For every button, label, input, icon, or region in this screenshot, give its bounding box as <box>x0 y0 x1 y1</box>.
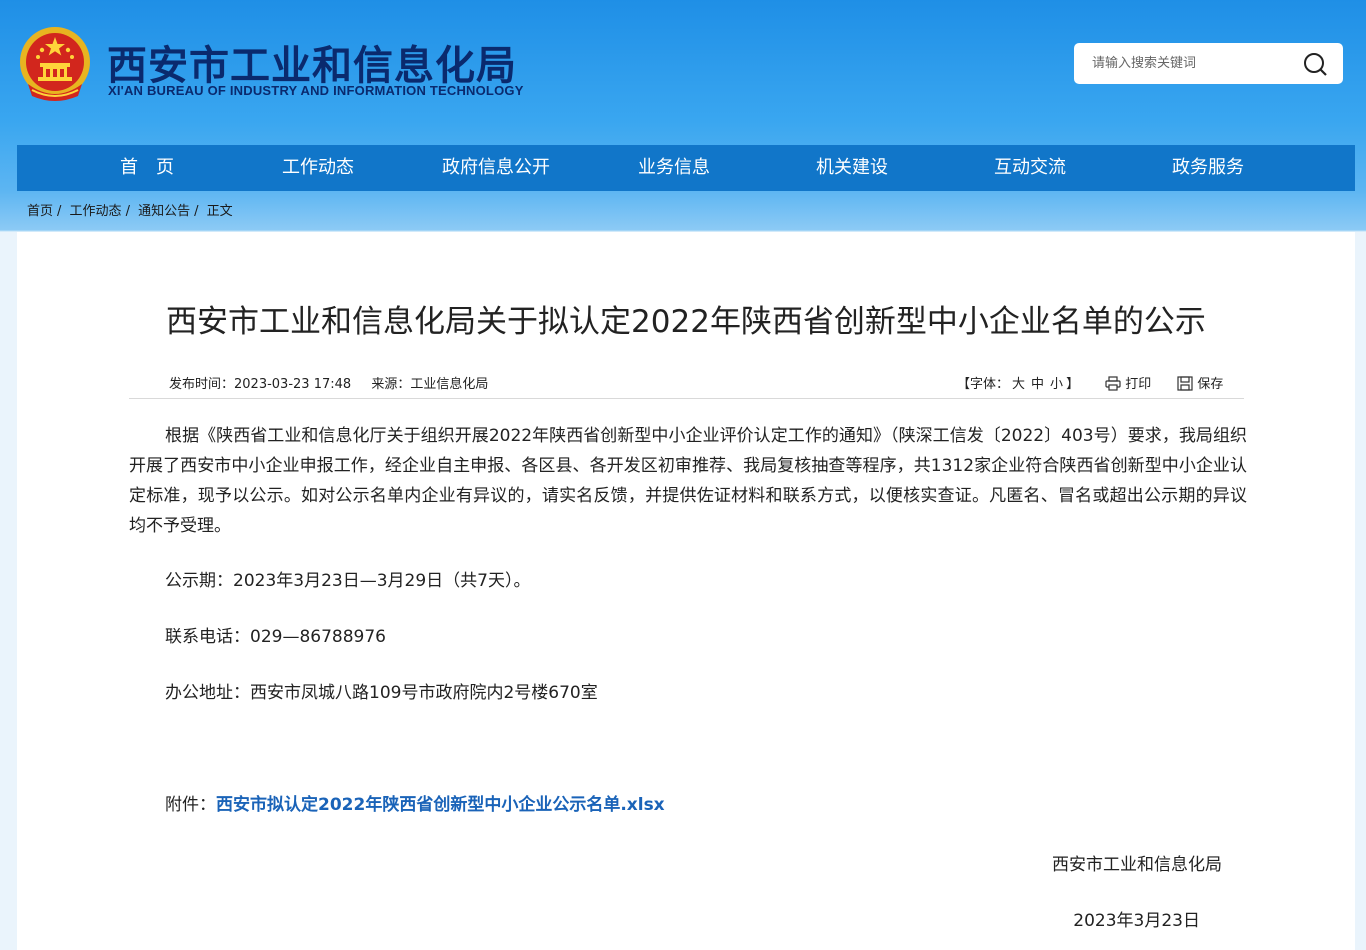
save-button[interactable]: 保存 <box>1177 376 1224 392</box>
nav-item-party[interactable]: 机关建设 <box>772 145 932 191</box>
nav-item-interaction[interactable]: 互动交流 <box>950 145 1110 191</box>
article-paragraph-4: 办公地址：西安市凤城八路109号市政府院内2号楼670室 <box>129 678 1247 708</box>
font-size-label-open: 【字体： <box>957 377 1010 392</box>
site-header: 西安市工业和信息化局 XI'AN BUREAU OF INDUSTRY AND … <box>0 0 1366 145</box>
article-paragraph-3: 联系电话：029—86788976 <box>129 622 1247 652</box>
font-size-large[interactable]: 大 <box>1012 377 1025 392</box>
article-container: 西安市工业和信息化局关于拟认定2022年陕西省创新型中小企业名单的公示 发布时间… <box>17 232 1355 950</box>
source-label: 来源： <box>371 377 411 392</box>
search-box <box>1074 43 1343 84</box>
national-emblem-icon[interactable] <box>18 24 92 104</box>
breadcrumb-separator: / <box>57 204 62 219</box>
breadcrumb-work-news[interactable]: 工作动态 <box>70 204 122 219</box>
article-tools: 【字体：大中小】 打印 保存 <box>957 373 1223 392</box>
source-value: 工业信息化局 <box>410 377 489 392</box>
paragraph-text: 公示期：2023年3月23日—3月29日（共7天）。 <box>165 571 531 591</box>
article-paragraph-2: 公示期：2023年3月23日—3月29日（共7天）。 <box>129 566 1247 596</box>
signature-org: 西安市工业和信息化局 <box>1052 855 1222 875</box>
breadcrumb-current: 正文 <box>206 204 233 219</box>
publish-value: 2023-03-23 17:48 <box>234 377 352 392</box>
search-icon[interactable] <box>1302 51 1330 77</box>
attachment-label: 附件： <box>165 795 216 815</box>
font-size-medium[interactable]: 中 <box>1031 377 1044 392</box>
save-icon <box>1177 376 1193 391</box>
paragraph-text: 联系电话：029—86788976 <box>165 627 386 647</box>
paragraph-text: 根据《陕西省工业和信息化厅关于组织开展2022年陕西省创新型中小企业评价认定工作… <box>129 426 1247 536</box>
signature-date: 2023年3月23日 <box>1073 911 1200 931</box>
article-paragraph-1: 根据《陕西省工业和信息化厅关于组织开展2022年陕西省创新型中小企业评价认定工作… <box>129 421 1247 541</box>
breadcrumb-home[interactable]: 首页 <box>27 204 53 219</box>
nav-item-business[interactable]: 业务信息 <box>594 145 754 191</box>
article-meta: 发布时间：2023-03-23 17:48 来源：工业信息化局 <box>169 373 504 392</box>
breadcrumb-notices[interactable]: 通知公告 <box>138 204 190 219</box>
paragraph-text: 办公地址：西安市凤城八路109号市政府院内2号楼670室 <box>165 683 598 703</box>
print-button[interactable]: 打印 <box>1105 376 1155 392</box>
publish-time: 发布时间：2023-03-23 17:48 <box>169 377 351 392</box>
breadcrumb-separator: / <box>194 204 199 219</box>
article-title: 西安市工业和信息化局关于拟认定2022年陕西省创新型中小企业名单的公示 <box>166 304 1206 340</box>
attachment-link[interactable]: 西安市拟认定2022年陕西省创新型中小企业公示名单.xlsx <box>216 795 665 815</box>
publish-label: 发布时间： <box>169 377 235 392</box>
print-label: 打印 <box>1125 377 1152 392</box>
nav-item-home[interactable]: 首 页 <box>67 145 227 191</box>
nav-item-services[interactable]: 政务服务 <box>1128 145 1288 191</box>
main-nav: 首 页 工作动态 政府信息公开 业务信息 机关建设 互动交流 政务服务 <box>17 145 1355 191</box>
save-label: 保存 <box>1197 377 1224 392</box>
attachment-row: 附件：西安市拟认定2022年陕西省创新型中小企业公示名单.xlsx <box>129 790 1247 820</box>
printer-icon <box>1105 376 1121 391</box>
breadcrumb: 首页 / 工作动态 / 通知公告 / 正文 <box>27 200 233 222</box>
site-subtitle: XI'AN BUREAU OF INDUSTRY AND INFORMATION… <box>108 83 524 98</box>
search-input[interactable] <box>1092 43 1292 84</box>
nav-item-gov-info[interactable]: 政府信息公开 <box>416 145 576 191</box>
source: 来源：工业信息化局 <box>371 377 488 392</box>
breadcrumb-separator: / <box>125 204 130 219</box>
font-size-small[interactable]: 小 <box>1050 377 1063 392</box>
font-size-label-close: 】 <box>1066 377 1080 392</box>
meta-divider <box>129 398 1244 399</box>
nav-item-work-news[interactable]: 工作动态 <box>238 145 398 191</box>
